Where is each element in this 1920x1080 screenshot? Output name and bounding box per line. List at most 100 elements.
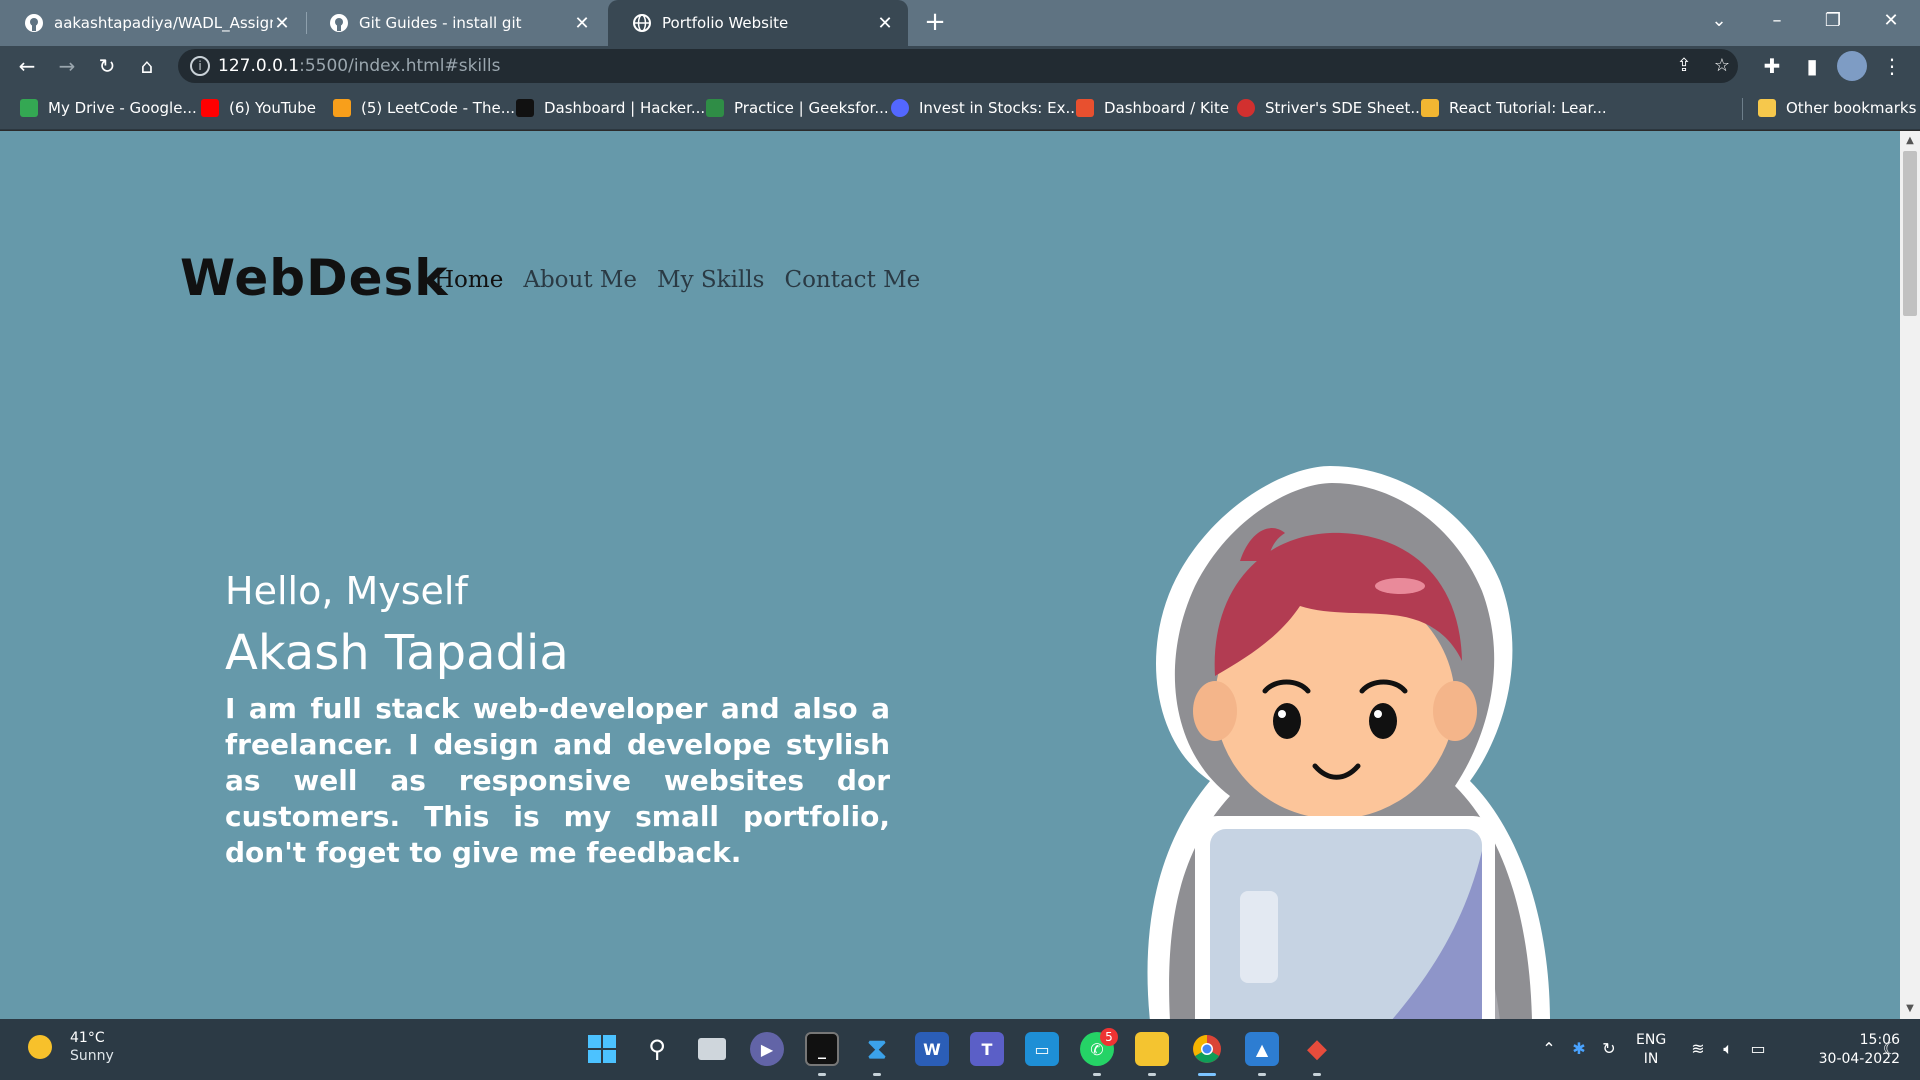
sync-icon[interactable]: ↻ xyxy=(1597,1039,1621,1058)
search-icon[interactable]: ⚲ xyxy=(640,1032,674,1066)
hero-bio: I am full stack web-developer and also a… xyxy=(225,692,890,869)
browser-toolbar: ← → ↻ ⌂ i 127.0.0.1:5500/index.html#skil… xyxy=(0,46,1920,86)
notifications-moon-icon[interactable]: ☾ xyxy=(1878,1039,1902,1058)
new-tab-button[interactable]: + xyxy=(920,8,950,38)
bookmark-google-drive[interactable]: My Drive - Google... xyxy=(20,96,197,120)
teams-icon[interactable]: T xyxy=(970,1032,1004,1066)
bookmark-label: Practice | Geeksfor... xyxy=(734,99,889,117)
page-scrollbar[interactable]: ▲ ▼ xyxy=(1900,131,1920,1019)
tab-title: aakashtapadiya/WADL_Assignme xyxy=(54,14,273,32)
sun-icon xyxy=(28,1035,52,1059)
photos-icon[interactable]: ▲ xyxy=(1245,1032,1279,1066)
profile-avatar[interactable] xyxy=(1837,51,1867,81)
bookmark-geeksforgeeks[interactable]: Practice | Geeksfor... xyxy=(706,96,889,120)
remote-desktop-icon[interactable]: ▭ xyxy=(1025,1032,1059,1066)
bookmark-react-tutorial[interactable]: React Tutorial: Lear... xyxy=(1421,96,1607,120)
tab-github-assignment[interactable]: aakashtapadiya/WADL_Assignme ✕ xyxy=(0,0,305,46)
back-icon[interactable]: ← xyxy=(12,51,42,81)
globe-icon xyxy=(633,14,651,32)
forward-icon[interactable]: → xyxy=(52,51,82,81)
bookmark-label: My Drive - Google... xyxy=(48,99,197,117)
bookmark-leetcode[interactable]: (5) LeetCode - The... xyxy=(333,96,515,120)
reload-icon[interactable]: ↻ xyxy=(92,51,122,81)
tab-strip: aakashtapadiya/WADL_Assignme ✕ Git Guide… xyxy=(0,0,1920,46)
running-indicator xyxy=(873,1073,881,1076)
active-indicator xyxy=(1198,1073,1216,1076)
nav-about-me[interactable]: About Me xyxy=(523,267,637,293)
weather-temperature: 41°C xyxy=(70,1030,105,1046)
page-viewport: WebDesk Home About Me My Skills Contact … xyxy=(0,131,1900,1019)
scroll-down-arrow-icon[interactable]: ▼ xyxy=(1904,1003,1916,1015)
terminal-icon[interactable]: _ xyxy=(805,1032,839,1066)
bookmark-separator xyxy=(1742,98,1743,120)
address-bar[interactable]: i 127.0.0.1:5500/index.html#skills ⇪ ☆ xyxy=(178,49,1738,83)
site-info-icon[interactable]: i xyxy=(190,56,210,76)
home-icon[interactable]: ⌂ xyxy=(132,51,162,81)
share-icon[interactable]: ⇪ xyxy=(1672,54,1696,78)
battery-icon[interactable]: ▭ xyxy=(1746,1039,1770,1058)
hackerrank-icon xyxy=(516,99,534,117)
tab-search-chevron-icon[interactable]: ⌄ xyxy=(1694,4,1744,38)
url-path: :5500/index.html#skills xyxy=(299,56,501,76)
youtube-icon xyxy=(201,99,219,117)
tab-portfolio-website[interactable]: Portfolio Website ✕ xyxy=(608,0,908,46)
word-icon[interactable]: W xyxy=(915,1032,949,1066)
other-bookmarks[interactable]: Other bookmarks xyxy=(1758,96,1916,120)
restore-button[interactable]: ❐ xyxy=(1808,4,1858,38)
developer-avatar-illustration xyxy=(1147,466,1550,1019)
bookmark-label: React Tutorial: Lear... xyxy=(1449,99,1607,117)
git-icon[interactable]: ◆ xyxy=(1300,1032,1334,1066)
close-tab-icon[interactable]: ✕ xyxy=(573,13,591,34)
bookmark-groww[interactable]: Invest in Stocks: Ex... xyxy=(891,96,1080,120)
running-indicator xyxy=(1148,1073,1156,1076)
windows-start-icon[interactable] xyxy=(585,1032,619,1066)
nav-contact-me[interactable]: Contact Me xyxy=(784,267,920,293)
bookmark-hackerrank[interactable]: Dashboard | Hacker... xyxy=(516,96,705,120)
nav-my-skills[interactable]: My Skills xyxy=(657,267,764,293)
geeksforgeeks-icon xyxy=(706,99,724,117)
kite-icon xyxy=(1076,99,1094,117)
menu-kebab-icon[interactable]: ⋮ xyxy=(1877,51,1907,81)
file-explorer-icon[interactable] xyxy=(1135,1032,1169,1066)
task-view-icon[interactable] xyxy=(695,1032,729,1066)
bluetooth-icon[interactable]: ✱ xyxy=(1567,1039,1591,1058)
close-tab-icon[interactable]: ✕ xyxy=(273,13,291,34)
bookmark-youtube[interactable]: (6) YouTube xyxy=(201,96,316,120)
github-icon xyxy=(25,14,43,32)
extensions-puzzle-icon[interactable]: ✚ xyxy=(1757,51,1787,81)
tray-overflow-chevron-icon[interactable]: ⌃ xyxy=(1537,1039,1561,1058)
leetcode-icon xyxy=(333,99,351,117)
url-host: 127.0.0.1 xyxy=(218,56,300,76)
scroll-up-arrow-icon[interactable]: ▲ xyxy=(1904,135,1916,147)
close-window-button[interactable]: ✕ xyxy=(1866,4,1916,38)
running-indicator xyxy=(1258,1073,1266,1076)
address-url[interactable]: 127.0.0.1:5500/index.html#skills xyxy=(218,56,500,76)
site-logo[interactable]: WebDesk xyxy=(180,249,449,307)
scrollbar-thumb[interactable] xyxy=(1903,151,1917,316)
nav-home[interactable]: Home xyxy=(434,267,503,293)
bookmark-kite[interactable]: Dashboard / Kite xyxy=(1076,96,1229,120)
hero-name: Akash Tapadia xyxy=(225,625,569,681)
windows-logo-icon xyxy=(588,1035,616,1063)
bookmark-label: Striver's SDE Sheet... xyxy=(1265,99,1425,117)
google-drive-icon xyxy=(20,99,38,117)
github-icon xyxy=(330,14,348,32)
wifi-icon[interactable]: ≋ xyxy=(1686,1039,1710,1058)
bookmark-striver[interactable]: Striver's SDE Sheet... xyxy=(1237,96,1425,120)
bookmark-label: Invest in Stocks: Ex... xyxy=(919,99,1080,117)
language-indicator[interactable]: ENG IN xyxy=(1636,1031,1666,1069)
chrome-logo-icon xyxy=(1193,1035,1221,1063)
hero-intro: Hello, Myself Akash Tapadia I am full st… xyxy=(225,569,890,871)
chrome-icon[interactable] xyxy=(1190,1032,1224,1066)
tab-git-guides[interactable]: Git Guides - install git ✕ xyxy=(305,0,605,46)
weather-widget[interactable]: 41°C Sunny xyxy=(28,1029,114,1065)
groww-icon xyxy=(891,99,909,117)
close-tab-icon[interactable]: ✕ xyxy=(876,13,894,34)
volume-icon[interactable]: 🔈︎ xyxy=(1716,1039,1740,1059)
chat-icon[interactable]: ▶ xyxy=(750,1032,784,1066)
minimize-button[interactable]: – xyxy=(1752,4,1802,38)
react-tutorial-icon xyxy=(1421,99,1439,117)
bookmark-star-icon[interactable]: ☆ xyxy=(1710,54,1734,78)
side-panel-icon[interactable]: ▮ xyxy=(1797,51,1827,81)
vscode-icon[interactable]: ⧗ xyxy=(860,1032,894,1066)
